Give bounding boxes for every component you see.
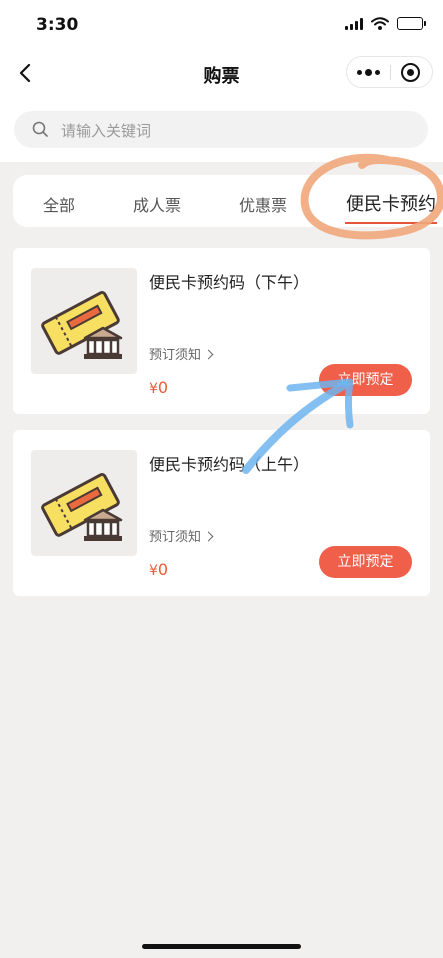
- more-icon[interactable]: [347, 57, 390, 87]
- mini-program-capsule: [346, 56, 433, 88]
- ticket-card[interactable]: 便民卡预约码（上午） 预订须知 ¥0 立即预定: [13, 430, 430, 596]
- ticket-museum-icon: [41, 472, 123, 541]
- battery-icon: [397, 17, 426, 30]
- ticket-price: ¥0: [149, 378, 168, 397]
- booking-notice-label: 预订须知: [149, 348, 202, 363]
- target-icon[interactable]: [401, 63, 420, 82]
- price-value: 0: [157, 378, 169, 397]
- ticket-thumbnail: [31, 268, 137, 374]
- ticket-price: ¥0: [149, 560, 168, 579]
- search-icon: [32, 121, 48, 137]
- ticket-museum-icon: [41, 290, 123, 359]
- home-indicator: [142, 944, 301, 949]
- status-icons: [345, 17, 426, 30]
- tab-adult[interactable]: 成人票: [133, 192, 181, 216]
- book-now-button[interactable]: 立即预定: [319, 364, 412, 396]
- status-bar: 3:30: [0, 0, 443, 50]
- status-time: 3:30: [36, 15, 79, 35]
- category-tabs: 全部 成人票 优惠票 便民卡预约: [13, 175, 443, 227]
- currency-symbol: ¥: [149, 563, 158, 579]
- currency-symbol: ¥: [149, 381, 158, 397]
- ticket-name: 便民卡预约码（上午）: [149, 455, 310, 474]
- capsule-divider: [390, 65, 391, 80]
- wifi-icon: [371, 17, 389, 30]
- booking-notice-link[interactable]: 预订须知: [149, 526, 214, 545]
- ticket-name: 便民卡预约码（下午）: [149, 273, 310, 292]
- tab-all[interactable]: 全部: [43, 192, 75, 216]
- price-value: 0: [157, 560, 169, 579]
- search-section: 请输入关键词: [0, 96, 443, 162]
- ticket-thumbnail: [31, 450, 137, 556]
- signal-icon: [345, 17, 363, 30]
- ticket-card[interactable]: 便民卡预约码（下午） 预订须知 ¥0 立即预定: [13, 248, 430, 414]
- booking-notice-link[interactable]: 预订须知: [149, 344, 214, 363]
- book-now-button[interactable]: 立即预定: [319, 546, 412, 578]
- active-tab-indicator: [345, 222, 437, 224]
- chevron-right-icon: [203, 349, 214, 360]
- tab-convenience-card[interactable]: 便民卡预约: [346, 190, 436, 216]
- booking-notice-label: 预订须知: [149, 530, 202, 545]
- search-input[interactable]: 请输入关键词: [14, 111, 428, 148]
- tab-discount[interactable]: 优惠票: [239, 192, 287, 216]
- nav-bar: 购票: [0, 50, 443, 96]
- chevron-right-icon: [203, 531, 214, 542]
- search-placeholder: 请输入关键词: [61, 122, 152, 140]
